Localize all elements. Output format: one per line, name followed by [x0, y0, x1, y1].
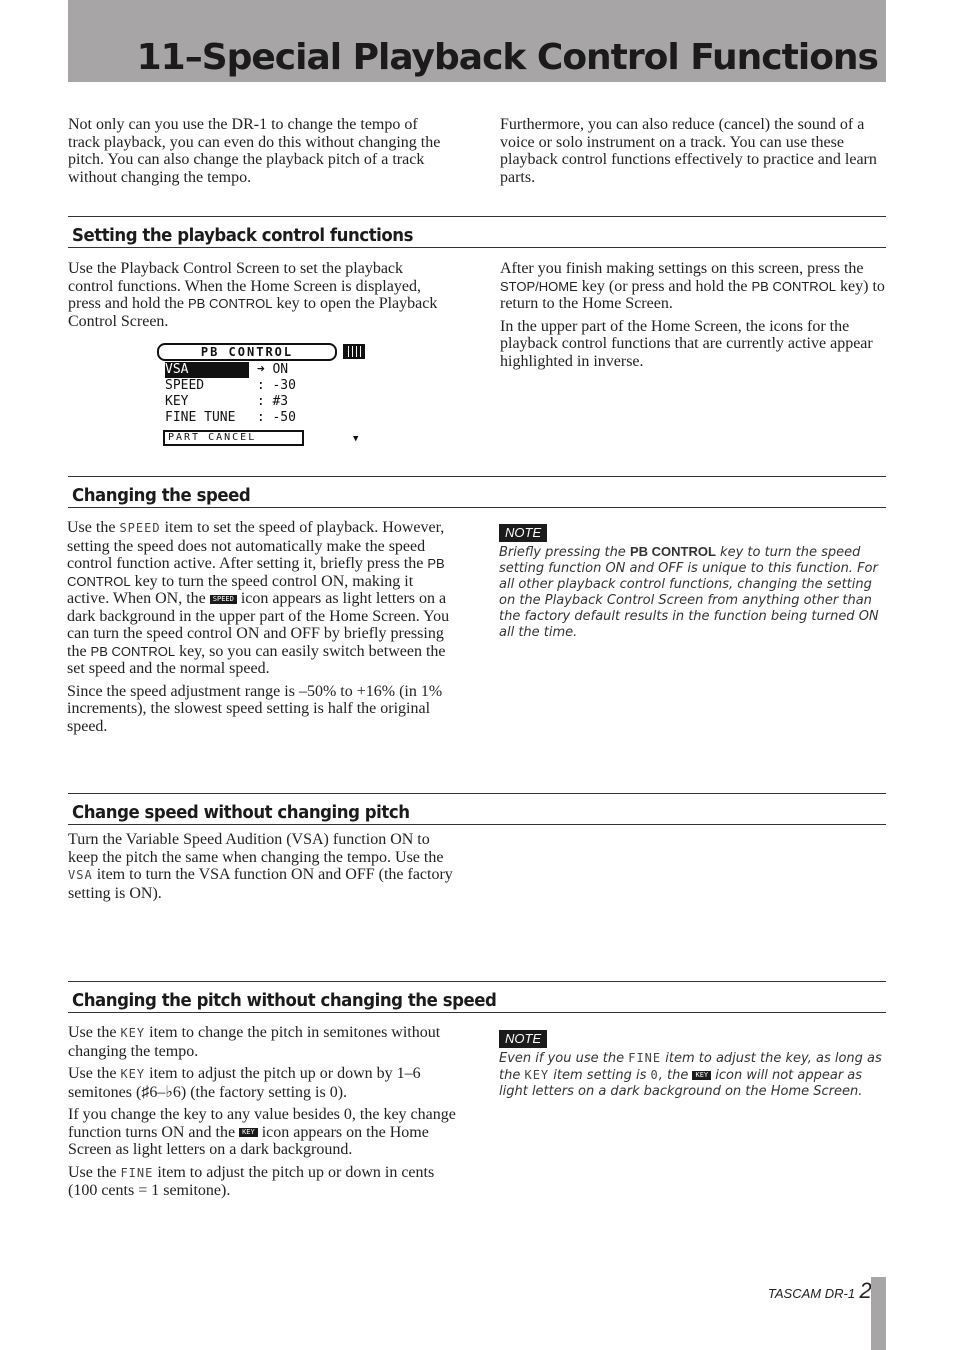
- footer-brand: TASCAM DR-1: [767, 1286, 856, 1301]
- chapter-title: 11–Special Playback Control Functions: [136, 37, 879, 78]
- page-footer: TASCAM DR-1 29: [768, 1278, 884, 1304]
- note-badge: NOTE: [499, 524, 548, 542]
- speed-left-text: Use the SPEED item to set the speed of p…: [67, 519, 450, 735]
- pb-control-screen-image: PB CONTROL VSA ➜ ON SPEED : -30 KEY : #3…: [155, 342, 367, 447]
- lcd-title: PB CONTROL: [157, 343, 337, 361]
- speed-icon: SPEED: [209, 594, 237, 604]
- pitch-left-text: Use the KEY item to change the pitch in …: [68, 1024, 456, 1199]
- lcd-row-fine-tune: FINE TUNE : -50: [165, 410, 296, 425]
- lcd-row-vsa: VSA ➜ ON: [165, 362, 289, 378]
- key-label: PB CONTROL: [751, 278, 837, 294]
- chapter-header: 11–Special Playback Control Functions: [68, 0, 886, 82]
- intro-left: Not only can you use the DR-1 to change …: [68, 116, 441, 186]
- intro-right: Furthermore, you can also reduce (cancel…: [500, 116, 877, 186]
- lcd-row-key: KEY : #3: [165, 394, 289, 409]
- scroll-down-arrow-icon: ▼: [353, 434, 359, 444]
- lcd-part-cancel: PART CANCEL: [163, 430, 304, 446]
- section-heading-pitch: Changing the pitch without changing the …: [68, 981, 886, 1013]
- key-label: STOP/HOME: [500, 278, 578, 294]
- speed-note: NOTE Briefly pressing the PB CONTROL key…: [499, 524, 879, 640]
- key-icon: KEY: [239, 1128, 258, 1138]
- section-heading-setting: Setting the playback control functions: [68, 216, 886, 248]
- section-heading-speed: Changing the speed: [68, 476, 886, 508]
- page-edge-tab: [871, 1277, 886, 1350]
- lcd-row-speed: SPEED : -30: [165, 378, 296, 393]
- section-heading-vsa: Change speed without changing pitch: [68, 793, 886, 825]
- pitch-note: NOTE Even if you use the FINE item to ad…: [499, 1030, 882, 1099]
- vsa-text: Turn the Variable Speed Audition (VSA) f…: [68, 831, 453, 902]
- key-label: PB CONTROL: [187, 296, 273, 311]
- battery-icon: [343, 344, 365, 359]
- key-icon: KEY: [692, 1071, 712, 1080]
- setting-right-text: After you finish making settings on this…: [500, 260, 885, 370]
- setting-left-text: Use the Playback Control Screen to set t…: [68, 260, 438, 330]
- note-badge: NOTE: [499, 1030, 548, 1048]
